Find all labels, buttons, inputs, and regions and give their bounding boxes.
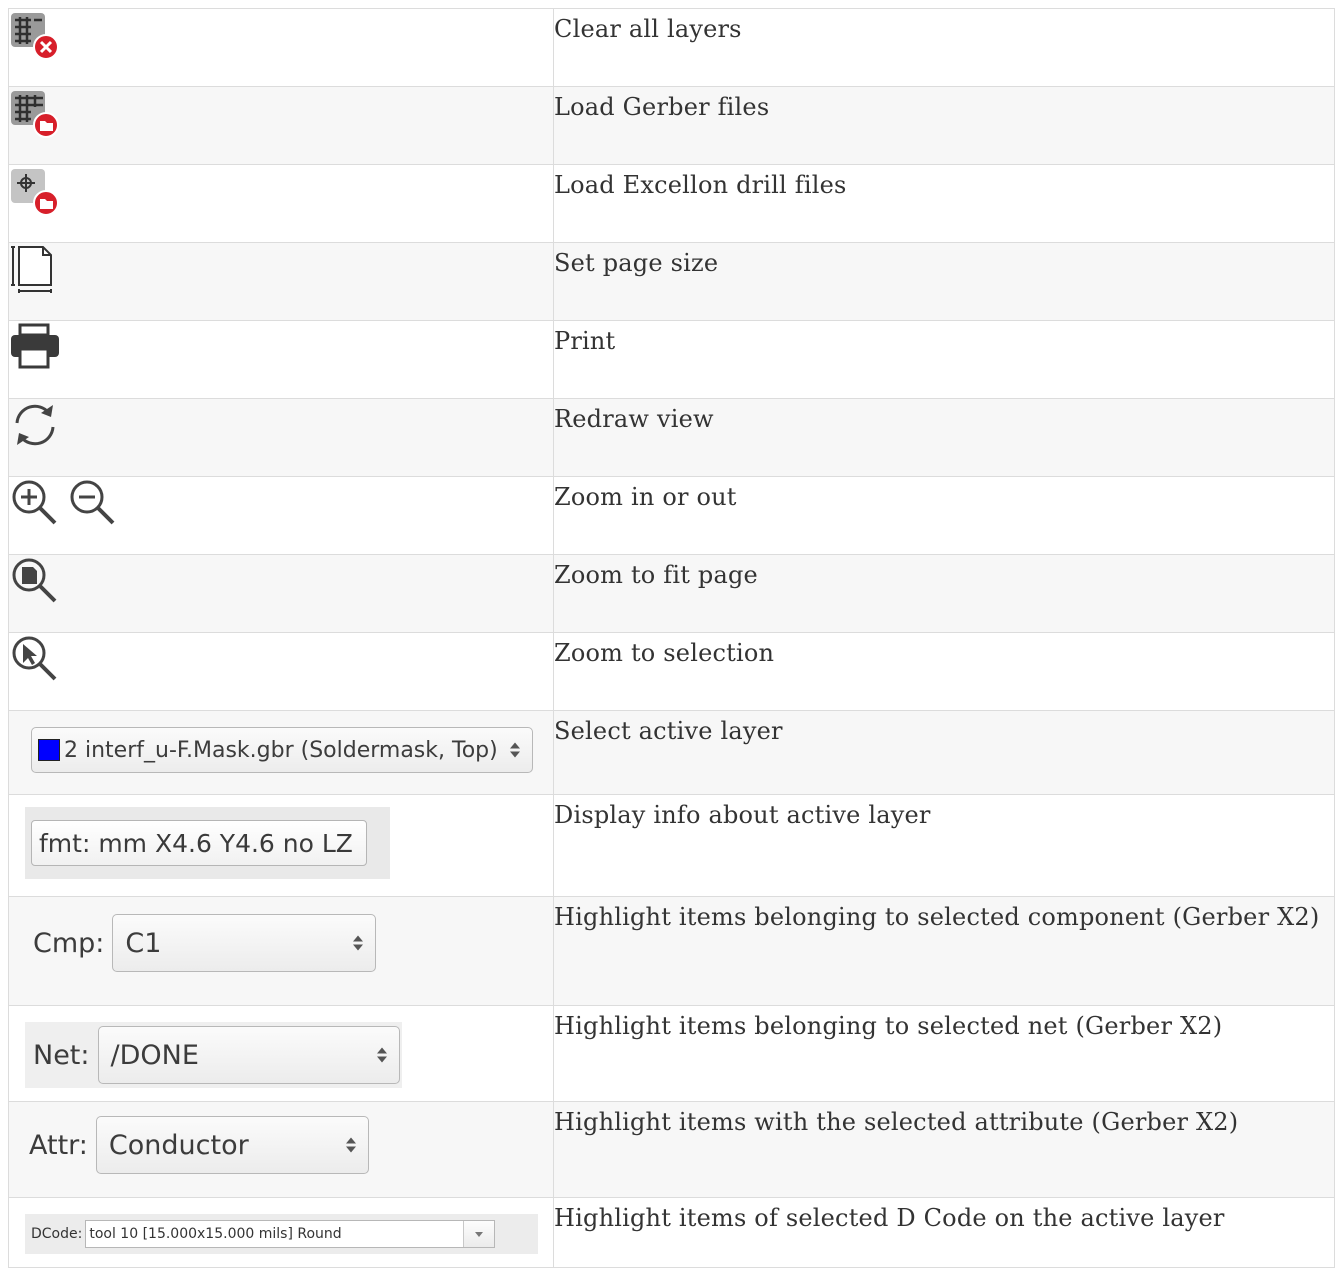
spin-arrows-icon: [353, 935, 364, 951]
description-text: Highlight items with the selected attrib…: [554, 1108, 1239, 1136]
zoom-selection-icon[interactable]: [10, 634, 553, 686]
dcode-select-group: DCode: tool 10 [15.000x15.000 mils] Roun…: [25, 1214, 538, 1254]
table-row: 2 interf_u-F.Mask.gbr (Soldermask, Top) …: [8, 710, 1335, 795]
zoom-in-icon[interactable]: [10, 478, 62, 530]
zoom-fit-page-icon[interactable]: [10, 556, 553, 608]
description-cell: Zoom to fit page: [553, 554, 1335, 633]
icon-cell: fmt: mm X4.6 Y4.6 no LZ: [8, 794, 554, 897]
zoom-out-icon[interactable]: [67, 478, 119, 530]
component-select-group: Cmp: C1: [33, 914, 537, 972]
zoom-in-out-icon: [10, 478, 553, 530]
attribute-select-group: Attr: Conductor: [29, 1116, 537, 1174]
clear-layers-icon[interactable]: [10, 10, 553, 62]
icon-cell: [8, 554, 554, 633]
description-cell: Highlight items belonging to selected ne…: [553, 1005, 1335, 1102]
attribute-select[interactable]: Conductor: [95, 1116, 369, 1174]
table-row: Clear all layers: [8, 8, 1335, 87]
description-cell: Redraw view: [553, 398, 1335, 477]
description-cell: Set page size: [553, 242, 1335, 321]
table-row: Set page size: [8, 242, 1335, 321]
spin-arrows-icon: [376, 1047, 387, 1063]
net-select-group: Net: /DONE: [25, 1022, 402, 1088]
layer-info-value: fmt: mm X4.6 Y4.6 no LZ: [39, 828, 353, 858]
description-text: Highlight items belonging to selected co…: [554, 903, 1320, 931]
description-text: Zoom to selection: [554, 639, 775, 667]
description-text: Highlight items belonging to selected ne…: [554, 1012, 1223, 1040]
net-select-value: /DONE: [110, 1039, 199, 1071]
table-row: Print: [8, 320, 1335, 399]
icon-cell: Cmp: C1: [8, 896, 554, 1006]
table-row: Load Excellon drill files: [8, 164, 1335, 243]
attribute-select-value: Conductor: [108, 1129, 249, 1161]
description-text: Load Gerber files: [554, 93, 770, 121]
description-text: Display info about active layer: [554, 801, 931, 829]
description-text: Load Excellon drill files: [554, 171, 847, 199]
load-gerber-icon[interactable]: [10, 88, 553, 140]
load-drill-icon[interactable]: [10, 166, 553, 218]
table-row: Zoom to fit page: [8, 554, 1335, 633]
description-text: Clear all layers: [554, 15, 742, 43]
layer-info-field: fmt: mm X4.6 Y4.6 no LZ: [31, 820, 367, 866]
spin-arrows-icon: [345, 1137, 356, 1153]
refresh-icon[interactable]: [10, 400, 553, 452]
component-select[interactable]: C1: [112, 914, 377, 972]
description-cell: Zoom in or out: [553, 476, 1335, 555]
description-cell: Print: [553, 320, 1335, 399]
table-row: Net: /DONE Highlight items belonging to …: [8, 1005, 1335, 1102]
icon-cell: [8, 8, 554, 87]
description-cell: Highlight items belonging to selected co…: [553, 896, 1335, 1006]
table-row: Attr: Conductor Highlight items with the…: [8, 1101, 1335, 1198]
description-cell: Load Excellon drill files: [553, 164, 1335, 243]
description-text: Redraw view: [554, 405, 714, 433]
table-row: DCode: tool 10 [15.000x15.000 mils] Roun…: [8, 1197, 1335, 1268]
page-size-icon[interactable]: [10, 244, 553, 296]
icon-cell: [8, 164, 554, 243]
layer-select-value: 2 interf_u-F.Mask.gbr (Soldermask, Top): [64, 737, 498, 763]
icon-cell: [8, 632, 554, 711]
icon-cell: 2 interf_u-F.Mask.gbr (Soldermask, Top): [8, 710, 554, 795]
description-text: Highlight items of selected D Code on th…: [554, 1204, 1225, 1232]
dropdown-arrow-icon[interactable]: [463, 1221, 495, 1247]
layer-color-swatch: [38, 739, 60, 761]
description-text: Select active layer: [554, 717, 783, 745]
toolbar-reference-table: Clear all layers Load Gerber files Load …: [8, 8, 1335, 1268]
attr-label: Attr:: [29, 1129, 88, 1161]
layer-info-panel: fmt: mm X4.6 Y4.6 no LZ: [25, 807, 390, 879]
description-cell: Highlight items with the selected attrib…: [553, 1101, 1335, 1198]
icon-cell: Net: /DONE: [8, 1005, 554, 1102]
component-select-value: C1: [125, 927, 162, 959]
icon-cell: [8, 398, 554, 477]
icon-cell: [8, 476, 554, 555]
description-cell: Load Gerber files: [553, 86, 1335, 165]
description-cell: Clear all layers: [553, 8, 1335, 87]
table-row: fmt: mm X4.6 Y4.6 no LZ Display info abo…: [8, 794, 1335, 897]
description-text: Zoom in or out: [554, 483, 737, 511]
description-cell: Highlight items of selected D Code on th…: [553, 1197, 1335, 1268]
description-cell: Display info about active layer: [553, 794, 1335, 897]
layer-select[interactable]: 2 interf_u-F.Mask.gbr (Soldermask, Top): [31, 727, 533, 773]
net-select[interactable]: /DONE: [97, 1026, 400, 1084]
icon-cell: Attr: Conductor: [8, 1101, 554, 1198]
spin-arrows-icon: [510, 742, 520, 758]
icon-cell: DCode: tool 10 [15.000x15.000 mils] Roun…: [8, 1197, 554, 1268]
table-row: Zoom in or out: [8, 476, 1335, 555]
table-row: Zoom to selection: [8, 632, 1335, 711]
icon-cell: [8, 320, 554, 399]
icon-cell: [8, 86, 554, 165]
description-cell: Select active layer: [553, 710, 1335, 795]
cmp-label: Cmp:: [33, 927, 105, 959]
dcode-select[interactable]: tool 10 [15.000x15.000 mils] Round: [85, 1220, 496, 1248]
description-cell: Zoom to selection: [553, 632, 1335, 711]
icon-cell: [8, 242, 554, 321]
dcode-label: DCode:: [31, 1226, 83, 1242]
dcode-select-value: tool 10 [15.000x15.000 mils] Round: [89, 1226, 342, 1242]
printer-icon[interactable]: [10, 322, 553, 374]
description-text: Set page size: [554, 249, 719, 277]
description-text: Print: [554, 327, 616, 355]
table-row: Load Gerber files: [8, 86, 1335, 165]
table-row: Cmp: C1 Highlight items belonging to sel…: [8, 896, 1335, 1006]
net-label: Net:: [33, 1039, 90, 1071]
description-text: Zoom to fit page: [554, 561, 758, 589]
table-row: Redraw view: [8, 398, 1335, 477]
